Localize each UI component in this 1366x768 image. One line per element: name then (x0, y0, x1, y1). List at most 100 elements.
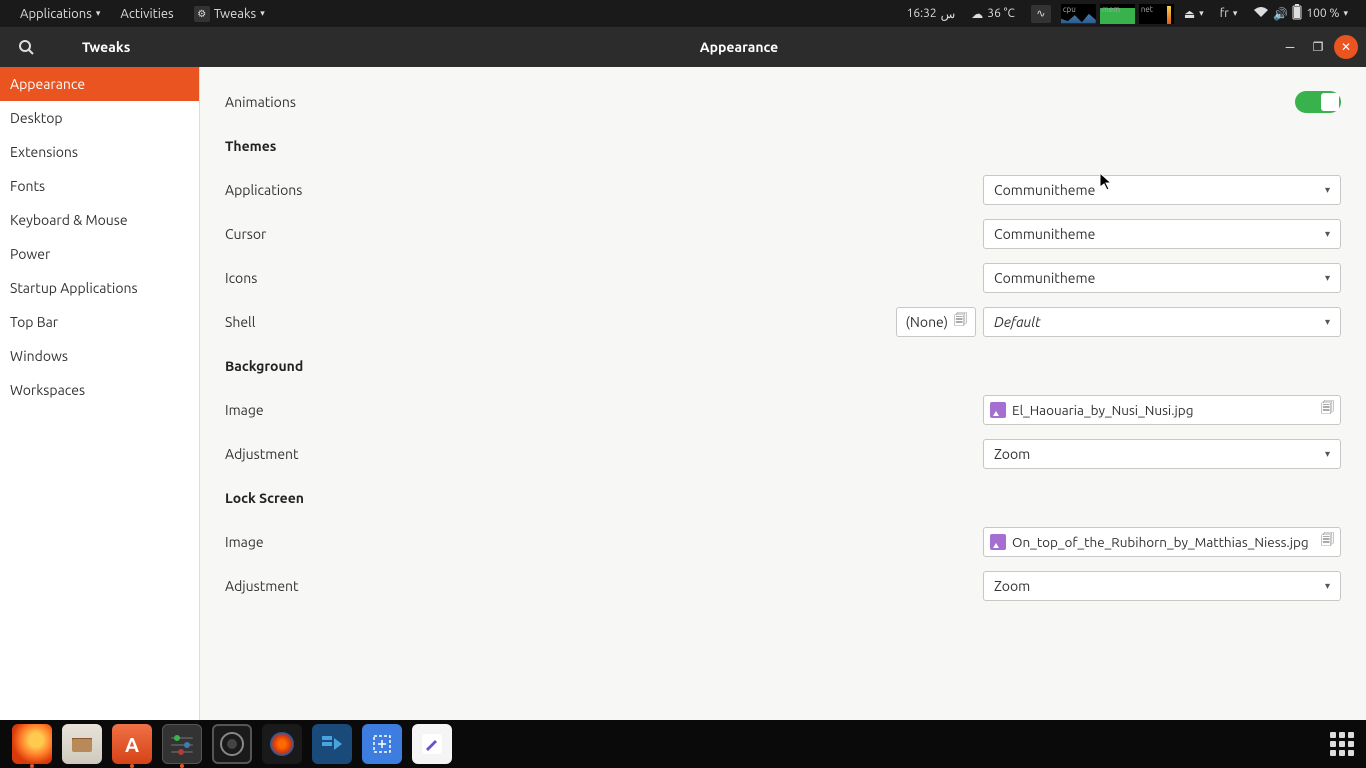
applications-theme-combo[interactable]: Communitheme ▾ (983, 175, 1341, 205)
minimize-button[interactable]: ─ (1278, 35, 1302, 59)
chevron-down-icon: ▾ (1325, 184, 1330, 196)
files-icon (70, 734, 94, 754)
lockscreen-image-label: Image (225, 534, 264, 550)
animations-toggle[interactable] (1295, 91, 1341, 113)
lockscreen-image-chooser[interactable]: On_top_of_the_Rubihorn_by_Matthias_Niess… (983, 527, 1341, 557)
eject-icon: ⏏ (1184, 7, 1195, 21)
dock-tweaks[interactable] (162, 724, 202, 764)
shell-theme-none-label: (None) (905, 314, 948, 330)
main-panel: Animations Themes Applications Communith… (200, 67, 1366, 720)
clock-suffix: س (941, 7, 956, 21)
battery-percent: 100 % (1306, 7, 1339, 20)
close-button[interactable]: ✕ (1334, 35, 1358, 59)
sidebar-item-windows[interactable]: Windows (0, 339, 199, 373)
dock-text-editor[interactable] (412, 724, 452, 764)
caret-down-icon: ▾ (96, 8, 101, 19)
sidebar-item-fonts[interactable]: Fonts (0, 169, 199, 203)
sidebar-item-top-bar[interactable]: Top Bar (0, 305, 199, 339)
caret-down-icon: ▾ (1199, 8, 1204, 19)
lockscreen-heading: Lock Screen (225, 490, 304, 506)
maximize-button[interactable]: ❐ (1306, 35, 1330, 59)
open-icon: 🗐 (1321, 399, 1334, 421)
applications-menu-label: Applications (20, 7, 92, 21)
background-adjustment-combo[interactable]: Zoom ▾ (983, 439, 1341, 469)
shell-theme-value: Default (994, 314, 1041, 330)
tweaks-icon (169, 733, 195, 755)
tweaks-tray-icon: ⚙ (194, 6, 210, 22)
themes-heading: Themes (225, 138, 276, 154)
shell-theme-combo[interactable]: Default ▾ (983, 307, 1341, 337)
weather-indicator[interactable]: ☁ 36 °C (963, 7, 1023, 21)
activities-label: Activities (120, 7, 173, 21)
dock-audacity[interactable] (262, 724, 302, 764)
caret-down-icon: ▾ (1343, 8, 1348, 19)
chevron-down-icon: ▾ (1325, 316, 1330, 328)
caret-down-icon: ▾ (1233, 8, 1238, 19)
applications-menu[interactable]: Applications ▾ (10, 7, 110, 21)
cursor-theme-label: Cursor (225, 226, 266, 242)
close-icon: ✕ (1341, 40, 1351, 54)
open-icon: 🗐 (1321, 531, 1334, 553)
keyboard-layout-indicator[interactable]: fr ▾ (1212, 7, 1246, 20)
background-image-label: Image (225, 402, 264, 418)
sidebar-item-workspaces[interactable]: Workspaces (0, 373, 199, 407)
chevron-down-icon: ▾ (1325, 272, 1330, 284)
mem-graph[interactable]: mem (1098, 4, 1137, 24)
applications-theme-label: Applications (225, 182, 302, 198)
page-title: Appearance (200, 39, 1278, 55)
background-heading: Background (225, 358, 303, 374)
dock-files[interactable] (62, 724, 102, 764)
top-panel: Applications ▾ Activities ⚙ Tweaks ▾ 16:… (0, 0, 1366, 27)
app-name-label: Tweaks (82, 39, 130, 55)
dock-software[interactable]: A (112, 724, 152, 764)
chevron-down-icon: ▾ (1325, 580, 1330, 592)
search-button[interactable] (10, 31, 42, 63)
net-graph[interactable]: net (1137, 4, 1176, 24)
sidebar: Appearance Desktop Extensions Fonts Keyb… (0, 67, 200, 720)
sidebar-item-extensions[interactable]: Extensions (0, 135, 199, 169)
chevron-down-icon: ▾ (1325, 228, 1330, 240)
audacity-icon (270, 732, 294, 756)
applications-theme-value: Communitheme (994, 182, 1095, 198)
sidebar-item-keyboard-mouse[interactable]: Keyboard & Mouse (0, 203, 199, 237)
eject-indicator[interactable]: ⏏ ▾ (1176, 7, 1212, 21)
window-headerbar: Tweaks Appearance ─ ❐ ✕ (0, 27, 1366, 67)
dock-obs[interactable] (212, 724, 252, 764)
activity-icon: ∿ (1031, 5, 1051, 23)
background-image-value: El_Haouaria_by_Nusi_Nusi.jpg (1012, 402, 1315, 418)
shell-theme-label: Shell (225, 314, 255, 330)
show-applications-button[interactable] (1330, 732, 1354, 756)
sidebar-item-appearance[interactable]: Appearance (0, 67, 199, 101)
dock-firefox[interactable] (12, 724, 52, 764)
shell-theme-none-button[interactable]: (None) 🗐 (896, 307, 976, 337)
weather-temp: 36 °C (987, 7, 1015, 20)
image-file-icon (990, 534, 1006, 550)
weather-icon: ☁ (971, 7, 983, 21)
activities-menu[interactable]: Activities (110, 7, 183, 21)
volume-icon: 🔊 (1273, 7, 1288, 21)
current-app-menu[interactable]: ⚙ Tweaks ▾ (184, 6, 275, 22)
sidebar-item-desktop[interactable]: Desktop (0, 101, 199, 135)
minimize-icon: ─ (1286, 40, 1295, 54)
wifi-icon (1253, 6, 1269, 21)
lockscreen-adjustment-combo[interactable]: Zoom ▾ (983, 571, 1341, 601)
cpu-graph[interactable]: cpu (1059, 4, 1098, 24)
system-status-area[interactable]: 🔊 100 % ▾ (1245, 4, 1356, 23)
search-icon (18, 39, 34, 55)
kdenlive-icon (318, 730, 346, 758)
cursor-theme-combo[interactable]: Communitheme ▾ (983, 219, 1341, 249)
sidebar-item-power[interactable]: Power (0, 237, 199, 271)
system-monitor-tray[interactable]: ∿ (1023, 5, 1059, 23)
background-image-chooser[interactable]: El_Haouaria_by_Nusi_Nusi.jpg 🗐 (983, 395, 1341, 425)
software-icon: A (125, 733, 139, 756)
image-file-icon (990, 402, 1006, 418)
icons-theme-combo[interactable]: Communitheme ▾ (983, 263, 1341, 293)
lockscreen-image-value: On_top_of_the_Rubihorn_by_Matthias_Niess… (1012, 534, 1315, 550)
maximize-icon: ❐ (1313, 40, 1324, 54)
clock[interactable]: 16:32 س (899, 7, 964, 21)
dock-kdenlive[interactable] (312, 724, 352, 764)
dock-screenshot[interactable] (362, 724, 402, 764)
dock: A (0, 720, 1366, 768)
sidebar-item-startup-applications[interactable]: Startup Applications (0, 271, 199, 305)
keyboard-layout-label: fr (1220, 7, 1229, 20)
